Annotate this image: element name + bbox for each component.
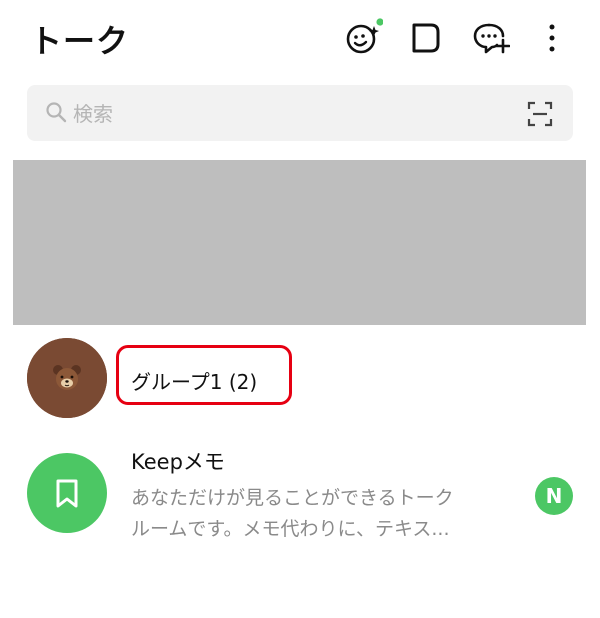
- face-sparkle-icon[interactable]: [343, 18, 383, 58]
- qr-scan-icon[interactable]: [527, 101, 553, 131]
- search-bar[interactable]: [27, 85, 573, 141]
- bookmark-icon: [56, 479, 78, 508]
- square-icon[interactable]: [406, 18, 446, 58]
- chat-add-icon[interactable]: [470, 18, 510, 58]
- search-icon: [45, 101, 67, 127]
- chat-preview: あなただけが見ることができるトーク ルームです。メモ代わりに、テキス...: [131, 483, 501, 545]
- chat-preview-line: あなただけが見ることができるトーク: [131, 487, 454, 509]
- keep-memo-avatar: [27, 453, 107, 533]
- header: トーク: [0, 0, 600, 78]
- more-vertical-icon[interactable]: [532, 18, 572, 58]
- brown-bear-avatar: [27, 338, 107, 418]
- banner-placeholder[interactable]: [13, 160, 586, 325]
- page-title: トーク: [30, 22, 130, 60]
- chat-name: グループ1 (2): [131, 370, 258, 394]
- chat-name: Keepメモ: [131, 450, 225, 474]
- chat-item-group1[interactable]: グループ1 (2): [0, 338, 600, 420]
- search-input[interactable]: [71, 95, 515, 133]
- new-badge: N: [535, 477, 573, 515]
- chat-item-keep-memo[interactable]: Keepメモ あなただけが見ることができるトーク ルームです。メモ代わりに、テキ…: [0, 440, 600, 550]
- chat-preview-line: ルームです。メモ代わりに、テキス...: [131, 518, 450, 540]
